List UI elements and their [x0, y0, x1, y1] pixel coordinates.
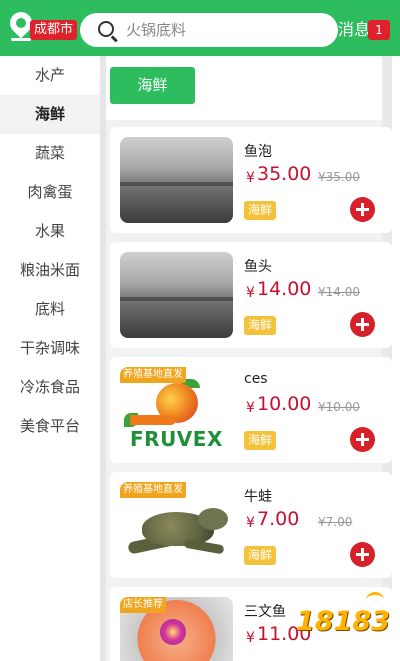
flower-garnish-icon [160, 619, 186, 645]
messages-button[interactable]: 消息 [338, 19, 370, 41]
watermark-logo: 18183 [296, 592, 392, 648]
product-image[interactable] [120, 137, 233, 223]
product-image[interactable]: FRUVEX 养殖基地直发 [120, 367, 233, 453]
top-bar: 成都市 火锅底料 消息 1 [0, 0, 400, 56]
product-name[interactable]: 鱼头 [244, 256, 272, 276]
category-tag: 海鲜 [244, 546, 277, 565]
product-card[interactable]: 养殖基地直发 牛蛙 ¥ 7.00 ¥7.00 海鲜 [110, 472, 392, 578]
product-name[interactable]: 鱼泡 [244, 141, 272, 161]
subcategory-bar: 海鲜 [106, 56, 382, 120]
currency-symbol: ¥ [246, 630, 255, 646]
message-count-badge: 1 [368, 20, 390, 40]
original-price: ¥14.00 [318, 285, 360, 299]
product-price: 14.00 [257, 278, 312, 300]
frog-leg-shape [183, 538, 225, 555]
promo-ribbon: 养殖基地直发 [120, 482, 186, 498]
product-card[interactable]: 鱼头 ¥ 14.00 ¥14.00 海鲜 [110, 242, 392, 348]
product-card[interactable]: 鱼泡 ¥ 35.00 ¥35.00 海鲜 [110, 127, 392, 233]
product-price: 35.00 [257, 163, 312, 185]
sidebar-item-fruit[interactable]: 水果 [0, 212, 100, 251]
add-to-cart-icon[interactable] [350, 542, 375, 567]
product-image[interactable]: 店长推荐 [120, 597, 233, 661]
currency-symbol: ¥ [246, 285, 255, 301]
sidebar-item-seafood[interactable]: 海鲜 [0, 95, 100, 134]
product-card[interactable]: FRUVEX 养殖基地直发 ces ¥ 10.00 ¥10.00 海鲜 [110, 357, 392, 463]
sidebar-item-aquatic[interactable]: 水产 [0, 56, 100, 95]
frog-head-shape [198, 508, 228, 530]
sidebar-item-grain-oil[interactable]: 粮油米面 [0, 251, 100, 290]
original-price: ¥10.00 [318, 400, 360, 414]
product-name[interactable]: 牛蛙 [244, 486, 272, 506]
product-price: 10.00 [257, 393, 312, 415]
category-tag: 海鲜 [244, 316, 277, 335]
category-tag: 海鲜 [244, 431, 277, 450]
product-price: 7.00 [257, 508, 300, 530]
city-selector[interactable]: 成都市 [30, 20, 78, 40]
sidebar-item-frozen-food[interactable]: 冷冻食品 [0, 368, 100, 407]
original-price: ¥35.00 [318, 170, 360, 184]
promo-ribbon: 店长推荐 [120, 597, 166, 613]
sidebar-item-vegetables[interactable]: 蔬菜 [0, 134, 100, 173]
product-panel: 海鲜 鱼泡 ¥ 35.00 ¥35.00 海鲜 鱼头 ¥ 14.00 ¥14.0… [106, 56, 400, 661]
location-pin-base [11, 38, 31, 41]
add-to-cart-icon[interactable] [350, 427, 375, 452]
product-image[interactable]: 养殖基地直发 [120, 482, 233, 568]
product-name[interactable]: ces [244, 371, 268, 387]
search-icon [98, 21, 114, 37]
category-sidebar: 水产 海鲜 蔬菜 肉禽蛋 水果 粮油米面 底料 干杂调味 冷冻食品 美食平台 [0, 56, 100, 661]
sidebar-item-hotpot-base[interactable]: 底料 [0, 290, 100, 329]
search-input[interactable]: 火锅底料 [126, 13, 186, 47]
brand-logo-text: FRUVEX [130, 427, 223, 451]
watermark-text: 18183 [296, 606, 390, 637]
currency-symbol: ¥ [246, 170, 255, 186]
add-to-cart-icon[interactable] [350, 312, 375, 337]
product-image[interactable] [120, 252, 233, 338]
add-to-cart-icon[interactable] [350, 197, 375, 222]
sidebar-item-meat-poultry-eggs[interactable]: 肉禽蛋 [0, 173, 100, 212]
category-tag: 海鲜 [244, 201, 277, 220]
original-price: ¥7.00 [318, 515, 353, 529]
sidebar-item-dry-goods[interactable]: 干杂调味 [0, 329, 100, 368]
right-edge [392, 56, 400, 661]
currency-symbol: ¥ [246, 400, 255, 416]
product-name[interactable]: 三文鱼 [244, 601, 286, 621]
promo-ribbon: 养殖基地直发 [120, 367, 186, 383]
carrot-icon [130, 415, 176, 425]
search-bar[interactable]: 火锅底料 [80, 13, 338, 47]
sidebar-item-food-platform[interactable]: 美食平台 [0, 407, 100, 446]
subcategory-chip-seafood[interactable]: 海鲜 [110, 67, 195, 104]
currency-symbol: ¥ [246, 515, 255, 531]
